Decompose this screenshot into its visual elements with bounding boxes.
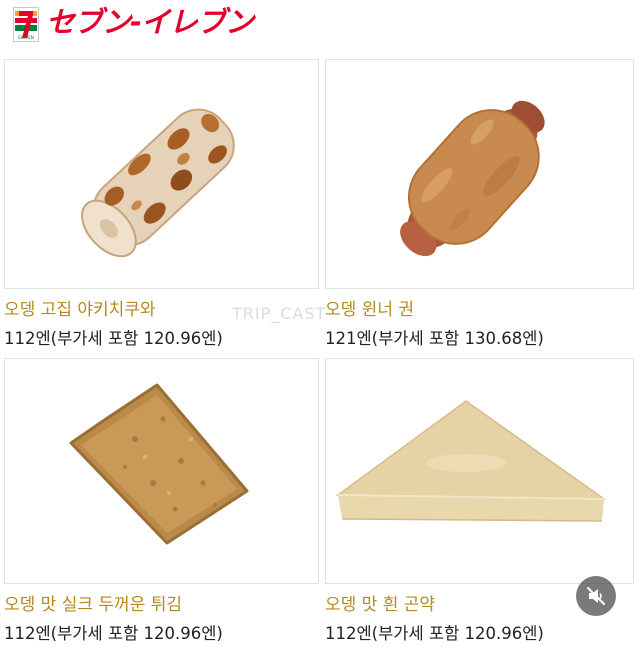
product-price: 121엔(부가세 포함 130.68엔) (325, 329, 544, 348)
yaki-chikuwa-image (81, 108, 235, 258)
watermark: TRIP_CAST (232, 304, 327, 323)
konjac-image (335, 400, 607, 522)
product-price: 112엔(부가세 포함 120.96엔) (325, 624, 544, 643)
logo-word: ELEVEN (18, 35, 34, 40)
product-name[interactable]: 오뎅 맛 실크 두꺼운 튀김 (4, 594, 182, 616)
seven-eleven-logo-icon: ELEVEN (13, 7, 39, 42)
wiener-roll-image (400, 100, 545, 257)
product-image-wiener-roll[interactable] (325, 59, 634, 289)
product-image-yaki-chikuwa[interactable] (4, 59, 319, 289)
product-name[interactable]: 오뎅 맛 흰 곤약 (325, 594, 435, 616)
product-name[interactable]: 오뎅 윈너 권 (325, 299, 414, 321)
product-image-atsuage[interactable] (4, 358, 319, 584)
product-price: 112엔(부가세 포함 120.96엔) (4, 624, 223, 643)
product-price: 112엔(부가세 포함 120.96엔) (4, 329, 223, 348)
speaker-muted-icon (587, 587, 605, 605)
mute-button[interactable] (576, 576, 616, 616)
product-image-konjac[interactable] (325, 358, 634, 584)
brand-header: ELEVEN セブン-イレブン (0, 0, 640, 52)
atsuage-image (69, 383, 249, 545)
brand-name: セブン-イレブン (46, 5, 254, 39)
product-name[interactable]: 오뎅 고집 야키치쿠와 (4, 299, 156, 321)
